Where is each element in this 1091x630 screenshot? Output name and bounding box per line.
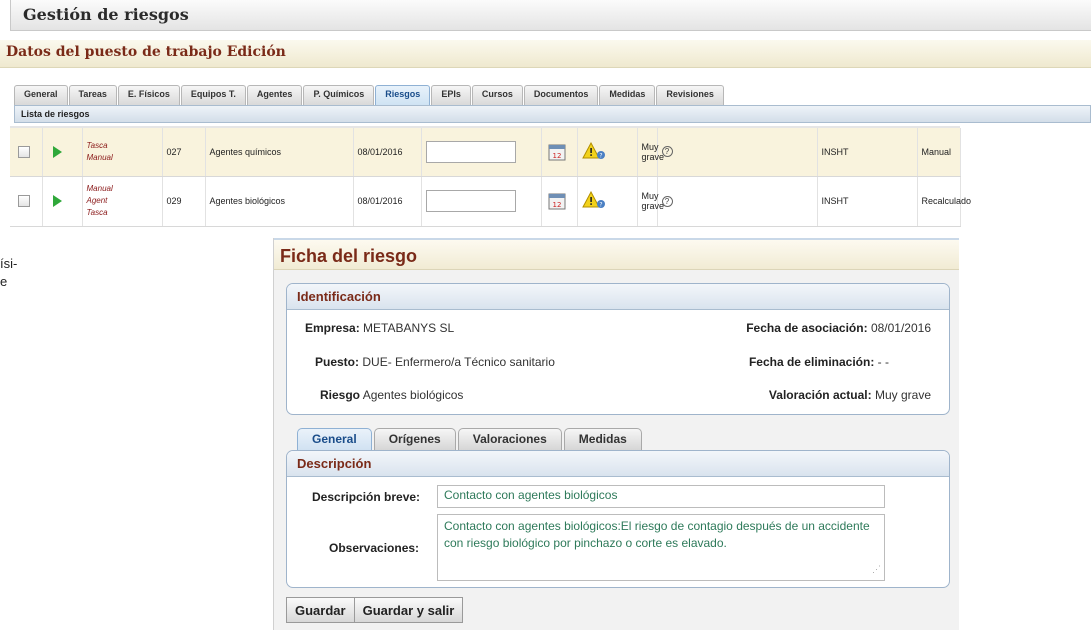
calendar-icon[interactable]: 12 [548, 143, 566, 161]
fecha-eliminacion-row: Fecha de eliminación: - - [749, 355, 889, 369]
tab-origenes[interactable]: Orígenes [373, 428, 456, 450]
puesto-value: DUE- Enfermero/a Técnico sanitario [362, 355, 555, 369]
source-value: INSHT [817, 128, 918, 177]
tabs-row: General Tareas E. Físicos Equipos T. Age… [14, 85, 725, 105]
puesto-label: Puesto: [315, 355, 360, 369]
action-buttons: Guardar Guardar y salir [286, 597, 464, 623]
row-checkbox[interactable] [18, 145, 30, 158]
descripcion-breve-input[interactable]: Contacto con agentes biológicos [437, 485, 885, 508]
tab-e-fisicos[interactable]: E. Físicos [117, 85, 180, 105]
risk-code: 029 [162, 176, 206, 227]
fragment-line: e [0, 274, 8, 289]
svg-text:?: ? [599, 202, 602, 209]
risk-date: 08/01/2016 [353, 176, 422, 227]
play-icon[interactable] [52, 145, 62, 158]
description-heading: Descripción [287, 451, 949, 477]
table-row[interactable]: Tasca Manual 027 Agentes químicos 08/01/… [10, 128, 961, 177]
descripcion-breve-label-text: Descripción breve: [312, 490, 421, 504]
severity-value: Muy grave [637, 128, 664, 177]
elimination-date-input[interactable] [425, 190, 516, 212]
origin-label: Agent [86, 196, 108, 205]
risk-date: 08/01/2016 [353, 128, 422, 177]
tab-revisiones[interactable]: Revisiones [656, 85, 724, 105]
fragment-line: ísi- [0, 256, 18, 271]
riesgo-label: Riesgo [320, 388, 361, 402]
detail-tabs: General Orígenes Valoraciones Medidas [297, 428, 644, 450]
observaciones-textarea[interactable]: Contacto con agentes biológicos:El riesg… [437, 514, 885, 581]
elimination-date-input[interactable] [425, 140, 516, 163]
tab-tareas[interactable]: Tareas [68, 85, 117, 105]
fecha-asociacion-label: Fecha de asociación: [746, 321, 868, 335]
tab-cursos[interactable]: Cursos [471, 85, 523, 105]
tab-medidas[interactable]: Medidas [599, 85, 656, 105]
background-text-fragment: ísi- e [0, 255, 17, 291]
tab-agentes[interactable]: Agentes [246, 85, 303, 105]
table-row[interactable]: Manual Agent Tasca 029 Agentes biológico… [10, 176, 971, 227]
origins-cell: Manual Agent Tasca [82, 176, 163, 227]
tab-riesgos[interactable]: Riesgos [375, 85, 431, 105]
description-panel: Descripción Descripción breve: Contacto … [286, 450, 950, 588]
valoracion-value: Muy grave [874, 388, 931, 402]
empresa-label: Empresa: [305, 321, 360, 335]
empresa-value: METABANYS SL [363, 321, 455, 335]
help-icon[interactable]: ? [661, 195, 673, 207]
svg-text:12: 12 [552, 152, 561, 160]
origin-label: Manual [86, 152, 113, 162]
dialog-title: Ficha del riesgo [274, 238, 959, 270]
svg-text:?: ? [599, 152, 602, 159]
tab-medidas-detail[interactable]: Medidas [563, 428, 642, 450]
tab-epis[interactable]: EPIs [431, 85, 471, 105]
risk-name: Agentes biológicos [205, 176, 354, 227]
fecha-eliminacion-label: Fecha de eliminación: [748, 355, 875, 369]
svg-text:12: 12 [552, 201, 561, 209]
row-checkbox[interactable] [18, 195, 30, 207]
empresa-row: Empresa: METABANYS SL [305, 321, 454, 335]
resize-grip-icon[interactable]: ⋰ [872, 561, 881, 578]
page-subtitle: Datos del puesto de trabajo Edición [0, 40, 1091, 68]
risk-detail-dialog: Ficha del riesgo Identificación Empresa:… [273, 238, 959, 630]
risk-code: 027 [162, 128, 206, 177]
fecha-eliminacion-value: - - [877, 355, 889, 369]
fecha-asociacion-value: 08/01/2016 [870, 321, 931, 335]
tab-general[interactable]: General [14, 85, 68, 105]
save-button[interactable]: Guardar [286, 597, 355, 623]
calendar-icon[interactable]: 12 [548, 192, 566, 210]
observaciones-label: Observaciones: [329, 541, 419, 555]
tab-valoraciones[interactable]: Valoraciones [457, 428, 562, 450]
tab-general-detail[interactable]: General [297, 428, 372, 450]
fecha-asociacion-row: Fecha de asociación: 08/01/2016 [746, 321, 931, 335]
mode-value: Manual [917, 128, 961, 177]
origin-label: Tasca [86, 208, 108, 217]
help-icon[interactable]: ? [661, 146, 673, 158]
severity-value: Muy grave [637, 176, 664, 227]
observaciones-text: Contacto con agentes biológicos:El riesg… [444, 519, 870, 550]
identification-panel: Identificación Empresa: METABANYS SL Pue… [286, 283, 950, 415]
source-value: INSHT [817, 176, 918, 227]
valoracion-label: Valoración actual: [768, 388, 872, 402]
warning-icon[interactable]: ? [581, 190, 608, 209]
tabs-area: General Tareas E. Físicos Equipos T. Age… [0, 68, 1091, 105]
app-title: Gestión de riesgos [10, 0, 1091, 31]
play-icon[interactable] [52, 195, 62, 207]
valoracion-row: Valoración actual: Muy grave [769, 388, 931, 402]
riesgo-row: Riesgo Agentes biológicos [320, 388, 463, 402]
risk-list-header: Lista de riesgos [14, 105, 1091, 123]
identification-heading: Identificación [287, 284, 949, 310]
origins-cell: Tasca Manual [82, 128, 163, 177]
tab-equipos[interactable]: Equipos T. [180, 85, 246, 105]
origin-label: Tasca [86, 140, 108, 150]
tab-documentos[interactable]: Documentos [523, 85, 599, 105]
risk-name: Agentes químicos [205, 128, 354, 177]
puesto-row: Puesto: DUE- Enfermero/a Técnico sanitar… [315, 355, 555, 369]
origin-label: Manual [86, 184, 113, 193]
risk-table: Tasca Manual 027 Agentes químicos 08/01/… [10, 128, 971, 227]
tab-p-quimicos[interactable]: P. Químicos [303, 85, 375, 105]
mode-value: Recalculado [917, 176, 971, 227]
observaciones-label-text: Observaciones: [329, 541, 420, 555]
warning-icon[interactable]: ? [581, 141, 608, 160]
riesgo-value: Agentes biológicos [362, 388, 464, 402]
save-and-exit-button[interactable]: Guardar y salir [353, 597, 464, 623]
descripcion-breve-label: Descripción breve: [312, 490, 420, 504]
